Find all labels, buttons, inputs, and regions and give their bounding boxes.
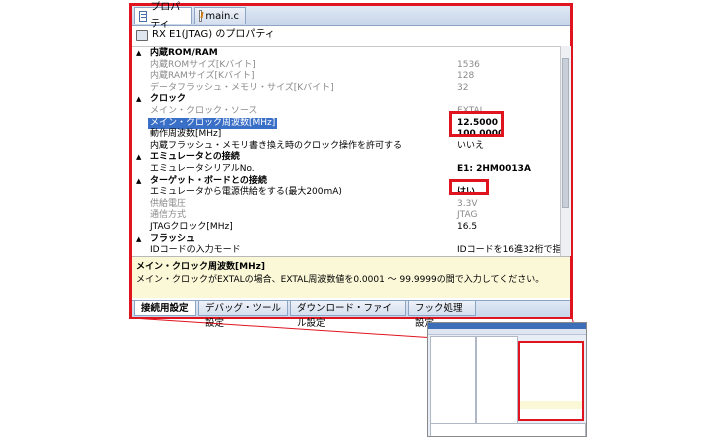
ide-thumbnail bbox=[427, 322, 587, 437]
zoom-connector-lines bbox=[131, 317, 581, 347]
